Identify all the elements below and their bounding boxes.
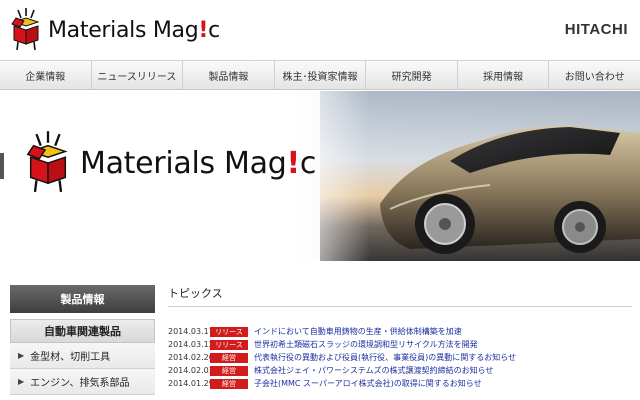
nav-products[interactable]: 製品情報 xyxy=(183,61,275,89)
topic-row: 2014.03.12 リリース 世界初希土類磁石スラッジの環境調和型リサイクル方… xyxy=(168,338,632,351)
topic-list: 2014.03.17 リリース インドにおいて自動車用鋳物の生産・供給体制構築を… xyxy=(168,325,632,390)
nav-research[interactable]: 研究開発 xyxy=(366,61,458,89)
global-nav: 企業情報 ニュースリリース 製品情報 株主･投資家情報 研究開発 採用情報 お問… xyxy=(0,60,640,90)
topic-badge: 経営 xyxy=(210,378,248,389)
sidebar-item-molds-tools[interactable]: ▶ 金型材、切削工具 xyxy=(10,343,155,369)
topic-badge: 経営 xyxy=(210,365,248,376)
hero-brand-part: Materials Mag xyxy=(80,145,287,181)
topic-badge: 経営 xyxy=(210,352,248,363)
topic-row: 2014.01.29 経営 子会社(MMC スーパーアロイ株式会社)の取得に関す… xyxy=(168,377,632,390)
sidebar: 製品情報 自動車関連製品 ▶ 金型材、切削工具 ▶ エンジン、排気系部品 xyxy=(10,285,155,395)
brand-name-tail: c xyxy=(208,17,220,43)
sidebar-item-engine-exhaust[interactable]: ▶ エンジン、排気系部品 xyxy=(10,369,155,395)
topic-link[interactable]: 代表執行役の異動および役員(執行役、事業役員)の異動に関するお知らせ xyxy=(254,351,516,364)
site-header: Materials Mag!c HITACHI xyxy=(0,0,640,60)
topic-row: 2014.02.03 経営 株式会社ジェイ・パワーシステムズの株式譲渡契約締結の… xyxy=(168,364,632,377)
hero-brand-tail: c xyxy=(299,145,317,181)
topics-section: トピックス 2014.03.17 リリース インドにおいて自動車用鋳物の生産・供… xyxy=(168,285,632,390)
topic-link[interactable]: 子会社(MMC スーパーアロイ株式会社)の取得に関するお知らせ xyxy=(254,377,482,390)
hero-brand-bang: ! xyxy=(286,145,300,181)
hitachi-logo[interactable]: HITACHI xyxy=(565,21,628,38)
brand-name: Materials Mag!c xyxy=(48,18,220,43)
nav-recruit[interactable]: 採用情報 xyxy=(458,61,550,89)
triangle-right-icon: ▶ xyxy=(18,351,25,360)
brand-name-part: Materials Mag xyxy=(48,17,199,43)
sidebar-item-label: エンジン、排気系部品 xyxy=(30,378,130,389)
nav-investors[interactable]: 株主･投資家情報 xyxy=(275,61,367,89)
sidebar-heading[interactable]: 製品情報 xyxy=(10,285,155,313)
topic-row: 2014.03.17 リリース インドにおいて自動車用鋳物の生産・供給体制構築を… xyxy=(168,325,632,338)
hero-banner[interactable]: Materials Mag!c xyxy=(0,91,640,261)
hero-brand-name: Materials Mag!c xyxy=(80,146,316,181)
topic-link[interactable]: 株式会社ジェイ・パワーシステムズの株式譲渡契約締結のお知らせ xyxy=(254,364,493,377)
topics-title: トピックス xyxy=(168,285,632,307)
nav-corporate-info[interactable]: 企業情報 xyxy=(0,61,92,89)
topic-link[interactable]: インドにおいて自動車用鋳物の生産・供給体制構築を加速 xyxy=(254,325,462,338)
topic-date: 2014.01.29 xyxy=(168,379,214,388)
open-box-mascot-icon xyxy=(26,131,68,193)
triangle-right-icon: ▶ xyxy=(18,377,25,386)
hero-side-tab[interactable] xyxy=(0,153,4,179)
brand-name-bang: ! xyxy=(198,17,209,43)
car-photo xyxy=(380,125,640,254)
sidebar-item-label: 金型材、切削工具 xyxy=(30,352,111,363)
topic-row: 2014.02.26 経営 代表執行役の異動および役員(執行役、事業役員)の異動… xyxy=(168,351,632,364)
sidebar-subheading[interactable]: 自動車関連製品 xyxy=(10,319,155,343)
nav-news-release[interactable]: ニュースリリース xyxy=(92,61,184,89)
topic-date: 2014.02.26 xyxy=(168,353,214,362)
hero-logo: Materials Mag!c xyxy=(22,131,316,195)
brand-logo[interactable]: Materials Mag!c xyxy=(8,6,220,54)
open-box-mascot-icon xyxy=(11,8,40,51)
topic-date: 2014.03.17 xyxy=(168,327,214,336)
topic-date: 2014.02.03 xyxy=(168,366,214,375)
topic-badge: リリース xyxy=(210,326,248,337)
nav-contact[interactable]: お問い合わせ xyxy=(549,61,640,89)
topic-badge: リリース xyxy=(210,339,248,350)
topic-date: 2014.03.12 xyxy=(168,340,214,349)
topic-link[interactable]: 世界初希土類磁石スラッジの環境調和型リサイクル方法を開発 xyxy=(254,338,478,351)
